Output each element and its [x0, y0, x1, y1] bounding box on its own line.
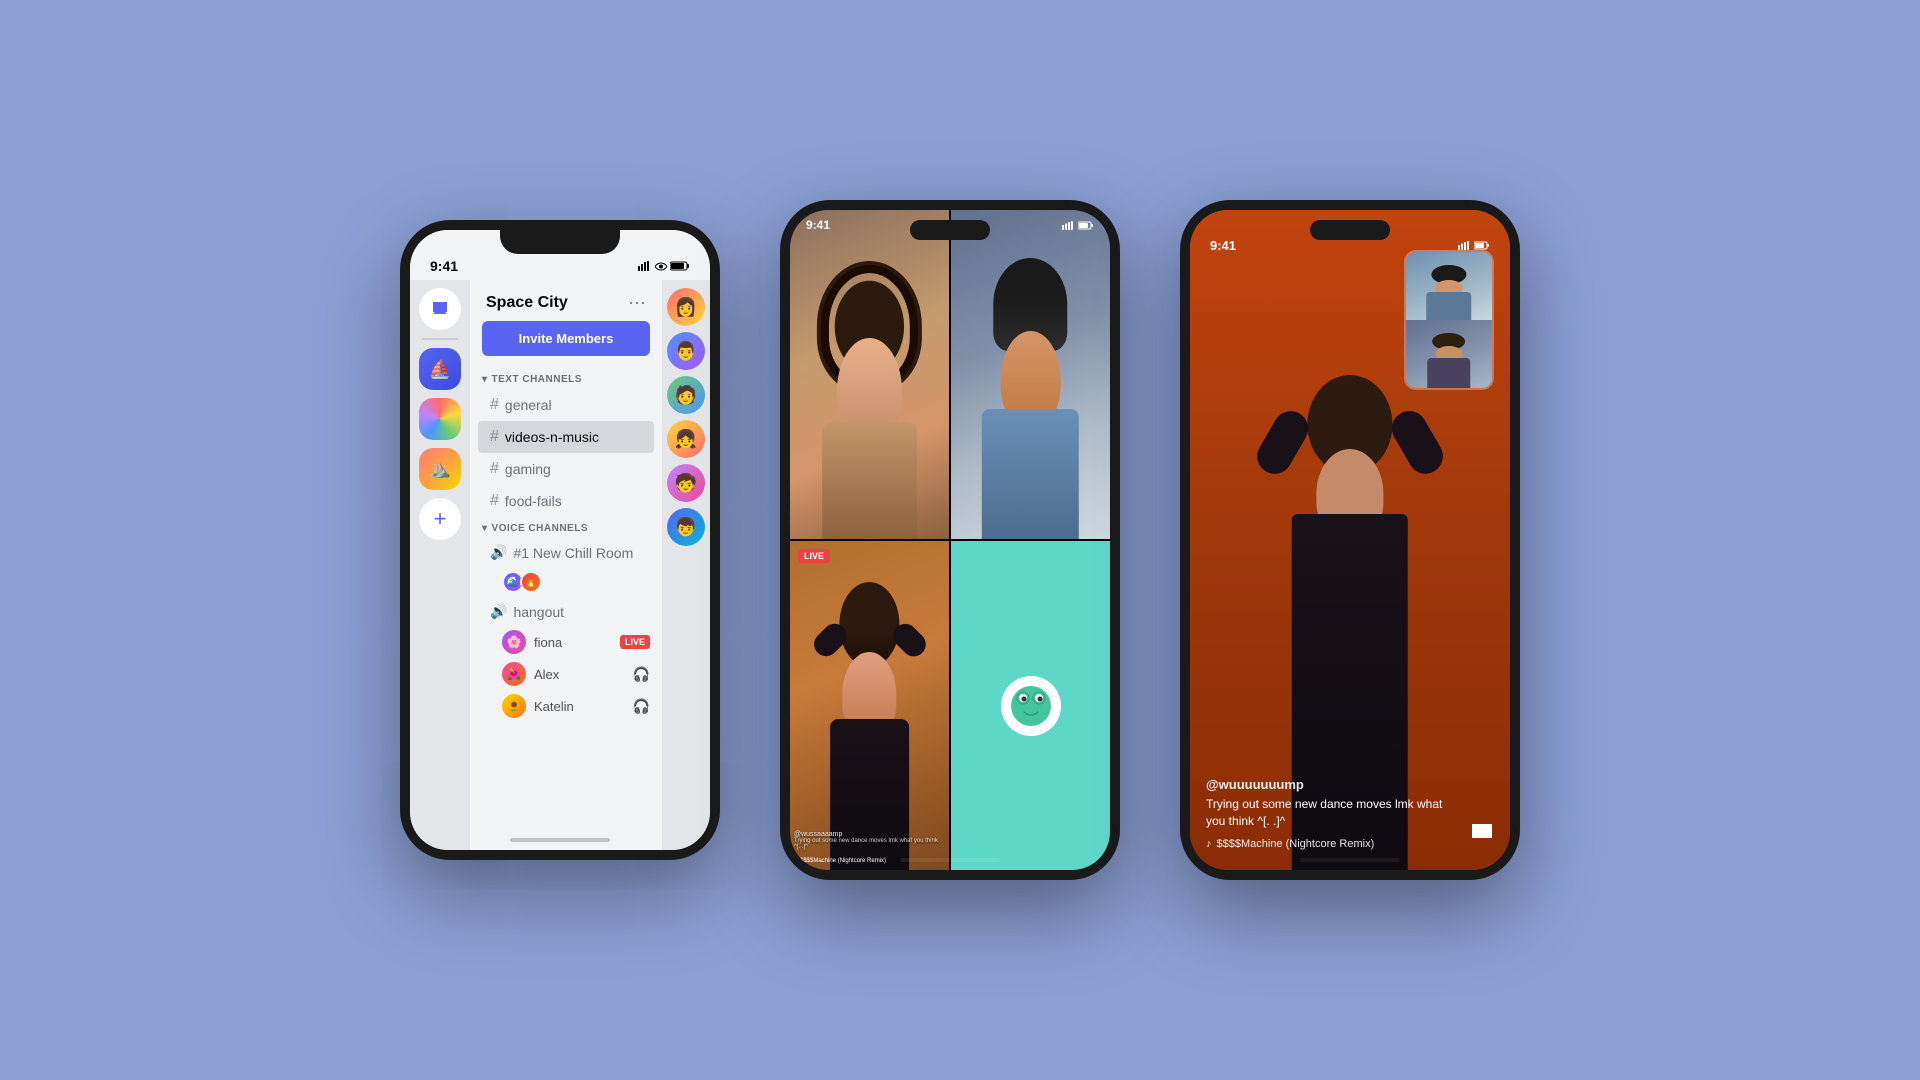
voice-channel-name-hangout: hangout [513, 604, 564, 620]
phone3-music-text: $$$$Machine (Nightcore Remix) [1217, 838, 1375, 850]
speaker-icon: 🔊 [490, 544, 507, 561]
channel-list: Space City ··· Invite Members TEXT CHANN… [470, 280, 662, 850]
voice-channel-name-chill: #1 New Chill Room [513, 545, 633, 561]
home-indicator [510, 838, 610, 842]
voice-channel-hangout[interactable]: 🔊 hangout [478, 597, 654, 626]
fiona-avatar: 🌸 [502, 630, 526, 654]
server-icon-peak[interactable]: ⛰️ [419, 448, 461, 490]
phone2-notch [910, 220, 990, 240]
right-av-3: 🧑 [667, 376, 705, 414]
channel-item-general[interactable]: # general [478, 389, 654, 421]
phone3-chat-icon[interactable] [1470, 820, 1494, 850]
channel-name-gaming: gaming [505, 461, 551, 477]
voice-member-fiona: 🌸 fiona LIVE [470, 626, 662, 658]
music-note-icon: ♪ [1206, 838, 1212, 850]
katelin-name: Katelin [534, 699, 625, 714]
phone-discord: 9:41 ⛵ [400, 220, 720, 860]
phone3-caption: Trying out some new dance moves lmk what… [1206, 796, 1450, 830]
video-cell-2 [951, 210, 1110, 539]
hash-icon: # [490, 428, 499, 446]
speaker-icon-2: 🔊 [490, 603, 507, 620]
voice-member-katelin: 🌻 Katelin 🎧 [470, 690, 662, 722]
alex-name: Alex [534, 667, 625, 682]
video-caption-3: @wussaaaamp Trying out some new dance mo… [794, 831, 945, 850]
server-sidebar: ⛵ ⛰️ + [410, 280, 470, 850]
channel-item-food-fails[interactable]: # food-fails [478, 485, 654, 517]
video-username-3: @wussaaaamp [794, 831, 945, 838]
video-cell-3: LIVE @wussaaaamp Trying out [790, 541, 949, 870]
hash-icon: # [490, 460, 499, 478]
frog-avatar [1001, 676, 1061, 736]
fiona-live-badge: LIVE [620, 635, 650, 649]
phone2-home-indicator [900, 858, 1000, 862]
channel-name-food-fails: food-fails [505, 493, 562, 509]
server-icon-rainbow[interactable] [419, 398, 461, 440]
phone3-music: ♪ $$$$Machine (Nightcore Remix) [1206, 838, 1450, 850]
phone3-home-indicator [1300, 858, 1400, 862]
right-av-1: 👩 [667, 288, 705, 326]
fiona-name: fiona [534, 635, 612, 650]
video-cell-4 [951, 541, 1110, 870]
phone-live-stream: 9:41 [1180, 200, 1520, 880]
pip-bottom-cell [1406, 320, 1492, 388]
video-text-3: Trying out some new dance moves lmk what… [794, 838, 945, 850]
phone3-username: @wuuuuuuump [1206, 777, 1450, 792]
right-member-avatars: 👩 👨 🧑 👧 🧒 👦 [662, 280, 710, 850]
channel-header: Space City ··· [470, 280, 662, 321]
phone-video-call: 9:41 [780, 200, 1120, 880]
chill-room-members: 🌊 🔥 [470, 567, 662, 597]
status-icons [638, 261, 690, 271]
phone3-notch [1310, 220, 1390, 240]
server-name: Space City [486, 294, 568, 312]
music-text-3: $$$$Machine (Nightcore Remix) [800, 858, 886, 864]
pip-top-cell [1406, 252, 1492, 320]
right-av-6: 👦 [667, 508, 705, 546]
status-time: 9:41 [430, 258, 458, 274]
server-icon-add[interactable]: + [419, 498, 461, 540]
phone2-status-icons [1062, 218, 1094, 232]
live-tag: LIVE [798, 549, 830, 563]
voice-channel-chill-room[interactable]: 🔊 #1 New Chill Room [478, 538, 654, 567]
katelin-headset-icon: 🎧 [633, 698, 650, 715]
alex-avatar: 🌺 [502, 662, 526, 686]
voice-member-alex: 🌺 Alex 🎧 [470, 658, 662, 690]
right-av-4: 👧 [667, 420, 705, 458]
channel-item-gaming[interactable]: # gaming [478, 453, 654, 485]
katelin-avatar: 🌻 [502, 694, 526, 718]
phone-notch [500, 230, 620, 254]
phone3-time: 9:41 [1210, 238, 1236, 253]
phone3-content: 9:41 [1190, 210, 1510, 870]
phone3-status-icons [1458, 241, 1490, 250]
chill-member-2: 🔥 [520, 571, 542, 593]
phone3-bottom-info: @wuuuuuuump Trying out some new dance mo… [1206, 777, 1450, 850]
text-channels-header: TEXT CHANNELS [470, 368, 662, 389]
voice-channels-header: VOICE CHANNELS [470, 517, 662, 538]
right-av-5: 🧒 [667, 464, 705, 502]
channel-name-general: general [505, 397, 552, 413]
server-icon-sailing[interactable]: ⛵ [419, 348, 461, 390]
invite-members-button[interactable]: Invite Members [482, 321, 650, 356]
alex-headset-icon: 🎧 [633, 666, 650, 683]
more-options-icon[interactable]: ··· [628, 292, 646, 313]
video-grid: LIVE @wussaaaamp Trying out [790, 210, 1110, 870]
channel-name-videos-n-music: videos-n-music [505, 429, 599, 445]
hash-icon: # [490, 396, 499, 414]
video-cell-1 [790, 210, 949, 539]
server-icon-message[interactable] [419, 288, 461, 330]
phone2-time: 9:41 [806, 218, 830, 232]
pip-overlay [1404, 250, 1494, 390]
hash-icon: # [490, 492, 499, 510]
right-av-2: 👨 [667, 332, 705, 370]
channel-item-videos-n-music[interactable]: # videos-n-music [478, 421, 654, 453]
